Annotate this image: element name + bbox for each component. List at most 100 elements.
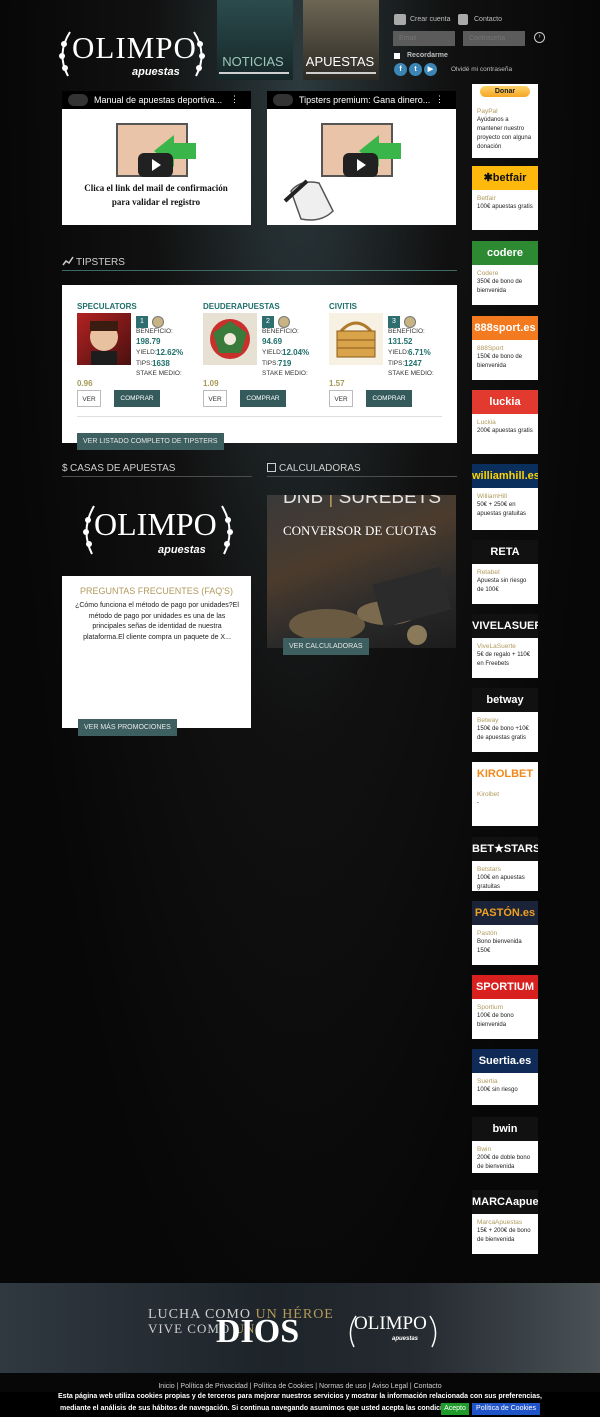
login-icon	[394, 14, 406, 25]
sidebar-partner-card[interactable]: MARCAapuestas.es MarcaApuestas 15€ + 200€ …	[472, 1190, 538, 1254]
sidebar-partner-card[interactable]: PASTÓN.es Pastón Bono bienvenida 150€	[472, 901, 538, 965]
sidebar-partner-card[interactable]: codere Codere 350€ de bono de bienvenida	[472, 241, 538, 305]
all-tipsters-button[interactable]: VER LISTADO COMPLETO DE TIPSTERS	[77, 433, 224, 450]
accept-cookies-button[interactable]: Acepto	[441, 1403, 469, 1415]
partner-logo[interactable]: PASTÓN.es	[472, 901, 538, 925]
password-input[interactable]	[463, 31, 525, 46]
tipster-basket-icon	[336, 321, 376, 358]
partner-logo[interactable]: luckia	[472, 390, 538, 414]
sidebar-item-desc: 100€ sin riesgo	[477, 1087, 518, 1093]
logo-sub: apuestas	[392, 1336, 419, 1342]
video-card[interactable]: Manual de apuestas deportiva... ⋮ Clica …	[62, 91, 251, 225]
tipster-avatar[interactable]	[77, 313, 131, 365]
logo-sub: apuestas	[158, 544, 206, 556]
calculators-banner[interactable]: DNB | SUREBETS CONVERSOR DE CUOTAS	[267, 495, 456, 648]
play-icon[interactable]	[138, 153, 173, 177]
nav-tab-apuestas[interactable]: APUESTAS	[302, 54, 378, 69]
youtube-icon[interactable]: ▶	[424, 63, 437, 76]
rank-badge: 2	[262, 316, 274, 328]
partner-logo[interactable]: bwin	[472, 1117, 538, 1141]
create-account-link[interactable]: Crear cuenta	[410, 16, 450, 23]
paypal-card[interactable]: Donar PayPal Ayúdanos a mantener nuestro…	[472, 84, 538, 158]
login-submit-button[interactable]: ›	[534, 32, 545, 43]
tipster-name[interactable]: SPECULATORS	[77, 302, 137, 311]
footer-links[interactable]: Inicio | Política de Privacidad | Políti…	[0, 1383, 600, 1390]
partner-logo[interactable]: VIVELASUERTE.es	[472, 614, 538, 638]
partner-logo[interactable]: SPORTIUM	[472, 975, 538, 999]
sidebar-item-name: Suertia	[477, 1078, 498, 1085]
partner-logo[interactable]: KIROLBET	[472, 762, 538, 786]
section-title-casas: CASAS DE APUESTAS	[70, 463, 176, 474]
nav-tab-noticias[interactable]: NOTICIAS	[215, 54, 291, 69]
forgot-password-link[interactable]: Olvidé mi contraseña	[451, 66, 512, 73]
sidebar-partner-card[interactable]: VIVELASUERTE.es ViveLaSuerte 5€ de regalo …	[472, 614, 538, 678]
facebook-icon[interactable]: f	[394, 63, 407, 76]
partner-logo[interactable]: Suertia.es	[472, 1049, 538, 1073]
tipster-avatar[interactable]	[203, 313, 257, 365]
sidebar-item-desc: 350€ de bono de bienvenida	[477, 279, 523, 294]
sidebar-partner-card[interactable]: 888sport.es 888Sport 150€ de bono de bienv…	[472, 316, 538, 380]
logo-word: OLIMPO	[354, 1313, 427, 1334]
sidebar-partner-card[interactable]: RETA Retabet Apuesta sin riesgo de 100€	[472, 540, 538, 604]
sidebar-item-name: 888Sport	[477, 345, 504, 352]
sidebar-item-desc: 200€ de doble bono de bienvenida	[477, 1155, 531, 1170]
sidebar-partner-card[interactable]: williamhill.es WilliamHill 50€ + 250€ en a…	[472, 464, 538, 530]
more-icon[interactable]: ⋮	[230, 94, 239, 105]
cookie-text: mediante el análisis de sus hábitos de n…	[60, 1405, 461, 1412]
partner-logo[interactable]: williamhill.es	[472, 464, 538, 488]
sidebar-partner-card[interactable]: betway Betway 150€ de bono +10€ de apuesta…	[472, 688, 538, 752]
partner-logo[interactable]: codere	[472, 241, 538, 265]
ver-button[interactable]: VER	[77, 390, 101, 407]
video-title: Tipsters premium: Gana dinero...	[299, 95, 431, 105]
contact-link[interactable]: Contacto	[474, 16, 502, 23]
ver-button[interactable]: VER	[203, 390, 227, 407]
sidebar-partner-card[interactable]: KIROLBET Kirolbet -	[472, 762, 538, 826]
sidebar-partner-card[interactable]: Suertia.es Suertia 100€ sin riesgo	[472, 1049, 538, 1105]
sidebar-item-desc: 5€ de regalo + 110€ en Freebets	[477, 652, 531, 667]
tipster-name[interactable]: CIVITIS	[329, 302, 357, 311]
partner-logo[interactable]: MARCAapuestas.es	[472, 1190, 538, 1214]
sidebar-partner-card[interactable]: SPORTIUM Sportium 100€ de bono bienvenida	[472, 975, 538, 1039]
comprar-button[interactable]: COMPRAR	[240, 390, 286, 407]
beneficio-label: BENEFICIO:	[388, 328, 425, 335]
sidebar-item-desc: 15€ + 200€ de bono de bienvenida	[477, 1228, 531, 1243]
tipster-name[interactable]: DEUDERAPUESTAS	[203, 302, 280, 311]
calc-headline: DNB | SUREBETS	[283, 495, 441, 509]
donate-button[interactable]: Donar	[480, 86, 530, 97]
section-title-calculadoras: CALCULADORAS	[279, 463, 361, 474]
site-logo[interactable]: OLIMPO apuestas	[54, 24, 210, 86]
partner-logo[interactable]: betway	[472, 688, 538, 712]
section-divider	[62, 476, 252, 477]
beneficio-value: 198.79	[136, 337, 161, 346]
sidebar-partner-card[interactable]: ✱betfair Betfair 100€ apuestas gratis	[472, 166, 538, 230]
yield-label: YIELD:	[262, 349, 283, 356]
play-icon[interactable]	[343, 153, 378, 177]
tipsters-panel: SPECULATORS 1 BENEFICIO: 198.79 YIELD: 1…	[62, 285, 457, 450]
stake-label: STAKE MEDIO:	[262, 370, 308, 377]
ver-button[interactable]: VER	[329, 390, 353, 407]
email-input[interactable]	[393, 31, 455, 46]
hand-icon	[283, 179, 334, 221]
tips-label: TIPS:	[136, 360, 153, 367]
page: OLIMPO apuestas NOTICIAS APUESTAS Crear …	[0, 0, 600, 1417]
more-icon[interactable]: ⋮	[435, 94, 444, 105]
tipster-avatar[interactable]	[329, 313, 383, 365]
sidebar-partner-card[interactable]: luckia Luckia 200€ apuestas gratis	[472, 390, 538, 454]
sidebar-partner-card[interactable]: BET★STARS Betstars 100€ en apuestas gratui…	[472, 837, 538, 891]
faq-title[interactable]: PREGUNTAS FRECUENTES (FAQ'S)	[62, 586, 251, 596]
partner-logo[interactable]: 888sport.es	[472, 316, 538, 340]
twitter-icon[interactable]: t	[409, 63, 422, 76]
partner-logo[interactable]: BET★STARS	[472, 837, 538, 861]
more-promos-button[interactable]: VER MÁS PROMOCIONES	[78, 719, 177, 736]
sidebar-partner-card[interactable]: bwin Bwin 200€ de doble bono de bienvenida	[472, 1117, 538, 1173]
partner-logo[interactable]: RETA	[472, 540, 538, 564]
video-card[interactable]: Tipsters premium: Gana dinero... ⋮	[267, 91, 456, 225]
cookie-policy-button[interactable]: Política de Cookies	[472, 1403, 540, 1415]
comprar-button[interactable]: COMPRAR	[114, 390, 160, 407]
partner-logo[interactable]: ✱betfair	[472, 166, 538, 190]
calculators-button[interactable]: VER CALCULADORAS	[283, 638, 369, 655]
stake-label: STAKE MEDIO:	[388, 370, 434, 377]
comprar-button[interactable]: COMPRAR	[366, 390, 412, 407]
remember-checkbox[interactable]	[394, 53, 400, 59]
yield-label: YIELD:	[388, 349, 409, 356]
